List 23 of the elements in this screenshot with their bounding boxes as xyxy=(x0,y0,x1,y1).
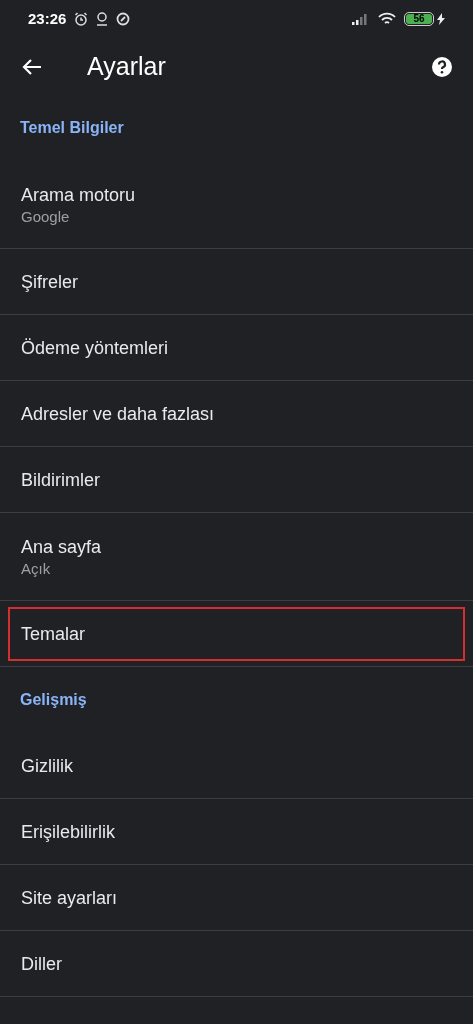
signal-icon xyxy=(352,13,370,25)
location-icon xyxy=(96,12,109,26)
help-icon[interactable] xyxy=(431,55,453,78)
settings-item[interactable]: Ana sayfa Açık xyxy=(8,529,465,584)
clock-time: 23:26 xyxy=(28,8,67,29)
section-header: Gelişmiş xyxy=(20,690,87,710)
settings-item[interactable]: Arama motoru Google xyxy=(8,177,465,232)
toolbar-title: Ayarlar xyxy=(87,50,166,82)
alarm-icon xyxy=(74,12,89,26)
charging-icon xyxy=(437,13,445,25)
settings-item[interactable]: Temalar xyxy=(8,606,465,661)
settings-item[interactable]: Ödeme yöntemleri xyxy=(8,320,465,375)
settings-item[interactable]: Adresler ve daha fazlası xyxy=(8,386,465,441)
compass-icon xyxy=(116,12,131,26)
settings-item[interactable]: Gizlilik xyxy=(8,738,465,793)
settings-item[interactable]: Şifreler xyxy=(8,254,465,309)
battery-indicator: 56 xyxy=(404,12,434,26)
settings-item[interactable]: Bildirimler xyxy=(8,452,465,507)
settings-item[interactable]: Erişilebilirlik xyxy=(8,804,465,859)
settings-item[interactable]: Diller xyxy=(8,936,465,991)
section-header: Temel Bilgiler xyxy=(20,118,124,138)
wifi-icon xyxy=(378,12,396,26)
settings-item[interactable]: Site ayarları xyxy=(8,870,465,925)
